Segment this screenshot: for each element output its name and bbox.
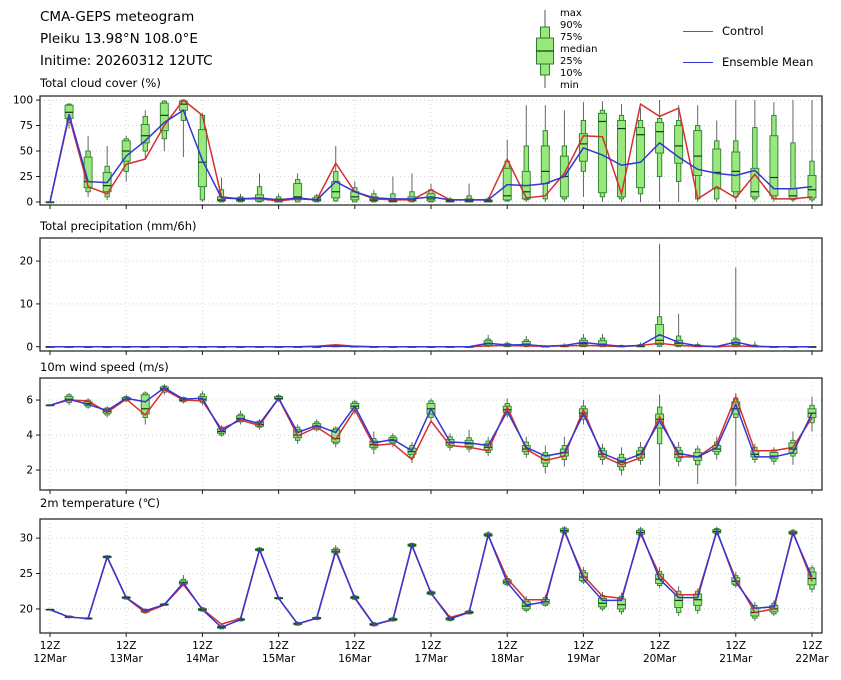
svg-text:12Mar: 12Mar <box>33 653 67 665</box>
svg-text:12Z: 12Z <box>802 640 823 652</box>
box-whisker-series <box>45 526 817 630</box>
legend-min-label: min <box>560 80 579 91</box>
svg-text:25: 25 <box>20 568 33 580</box>
boxplot-glyph-icon <box>536 10 554 88</box>
grid <box>40 378 822 490</box>
svg-text:6: 6 <box>26 395 33 407</box>
svg-text:30: 30 <box>20 533 33 545</box>
control-legend-item: Control <box>683 18 833 44</box>
legend-90-label: 90% <box>560 20 583 31</box>
ensemble-legend-item: Ensemble Mean <box>683 49 833 75</box>
x-axis: 12Z12Mar12Z13Mar12Z14Mar12Z15Mar12Z16Mar… <box>33 633 829 665</box>
svg-text:12Z: 12Z <box>421 640 442 652</box>
svg-text:12Z: 12Z <box>345 640 366 652</box>
box-whisker-series <box>45 99 817 204</box>
control-legend-label: Control <box>722 24 764 38</box>
svg-text:17Mar: 17Mar <box>414 653 448 665</box>
svg-text:21Mar: 21Mar <box>719 653 753 665</box>
y-axis: 0 25 50 75 100 <box>13 95 40 209</box>
svg-text:100: 100 <box>13 95 33 107</box>
legend-25-label: 25% <box>560 56 583 67</box>
svg-text:18Mar: 18Mar <box>491 653 525 665</box>
cloud-cover-title: Total cloud cover (%) <box>40 76 161 90</box>
svg-text:16Mar: 16Mar <box>338 653 372 665</box>
svg-text:4: 4 <box>26 430 33 442</box>
charts-canvas: 02550751000102024620253012Z12Mar12Z13Mar… <box>13 10 829 665</box>
precipitation-chart: 0 10 20 <box>20 237 823 355</box>
precipitation-title: Total precipitation (mm/6h) <box>40 219 197 233</box>
temperature-title: 2m temperature (℃) <box>40 496 161 510</box>
svg-text:12Z: 12Z <box>649 640 670 652</box>
y-axis: 2 4 6 <box>26 395 40 477</box>
svg-text:13Mar: 13Mar <box>110 653 144 665</box>
meteogram-page: CMA-GEPS meteogram Pleiku 13.98°N 108.0°… <box>0 0 841 680</box>
legend-median-label: median <box>560 44 598 55</box>
legend-10-label: 10% <box>560 68 583 79</box>
temperature-chart: 20253012Z12Mar12Z13Mar12Z14Mar12Z15Mar12… <box>20 518 829 665</box>
svg-text:12Z: 12Z <box>40 640 61 652</box>
grid <box>40 238 822 351</box>
svg-text:12Z: 12Z <box>726 640 747 652</box>
svg-text:2: 2 <box>26 465 33 477</box>
svg-text:0: 0 <box>26 197 33 209</box>
control-line-icon <box>683 30 713 32</box>
y-axis: 20 25 30 <box>20 533 40 616</box>
ensemble-line-icon <box>683 61 713 63</box>
x-axis <box>49 351 813 355</box>
cloud-cover-chart: 0 25 50 75 100 <box>13 95 823 209</box>
x-axis <box>49 205 813 209</box>
line-legend: Control Ensemble Mean <box>683 18 833 80</box>
svg-text:12Z: 12Z <box>116 640 137 652</box>
svg-text:14Mar: 14Mar <box>186 653 220 665</box>
svg-text:15Mar: 15Mar <box>262 653 296 665</box>
legend-75-label: 75% <box>560 32 583 43</box>
y-axis: 0 10 20 <box>20 256 40 353</box>
x-axis <box>49 490 813 494</box>
wind-speed-title: 10m wind speed (m/s) <box>40 360 169 374</box>
svg-text:12Z: 12Z <box>192 640 213 652</box>
svg-text:0: 0 <box>26 341 33 353</box>
svg-text:12Z: 12Z <box>497 640 518 652</box>
box-whisker-series <box>45 243 817 348</box>
legend-max-label: max <box>560 8 582 19</box>
svg-text:12Z: 12Z <box>268 640 289 652</box>
grid <box>40 519 822 633</box>
svg-text:20: 20 <box>20 604 33 616</box>
svg-text:19Mar: 19Mar <box>567 653 601 665</box>
svg-text:75: 75 <box>20 120 33 132</box>
svg-text:10: 10 <box>20 299 33 311</box>
svg-text:25: 25 <box>20 171 33 183</box>
boxplot-legend-labels: max 90% 75% median 25% 10% min <box>560 8 598 92</box>
ensemble-legend-label: Ensemble Mean <box>722 55 814 69</box>
svg-text:22Mar: 22Mar <box>795 653 829 665</box>
svg-text:12Z: 12Z <box>573 640 594 652</box>
svg-text:50: 50 <box>20 146 33 158</box>
svg-text:20Mar: 20Mar <box>643 653 677 665</box>
svg-text:20: 20 <box>20 256 33 268</box>
wind-speed-chart: 2 4 6 <box>26 377 823 494</box>
